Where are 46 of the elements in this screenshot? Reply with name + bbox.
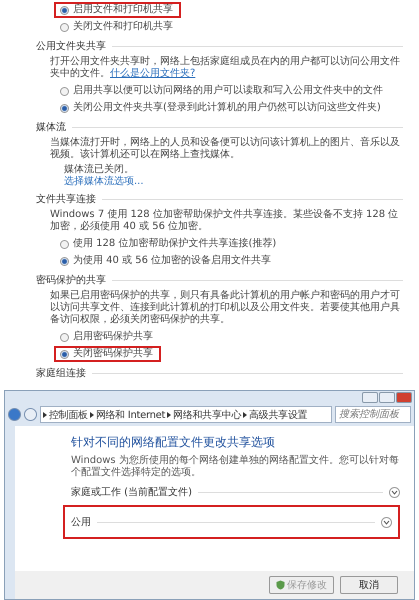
radio-option[interactable]: 为使用 40 或 56 位加密的设备启用文件共享 [54,253,280,269]
radio-button[interactable] [60,240,69,248]
arrow-icon [90,412,94,418]
section-heading: 公用文件夹共享 [36,40,106,53]
radio-button[interactable] [60,256,69,266]
breadcrumb-item[interactable]: 网络和 Internet [96,408,166,422]
section-heading: 媒体流 [36,120,66,134]
radio-option[interactable]: 使用 128 位加密帮助保护文件共享连接(推荐) [54,236,284,252]
profile-row[interactable]: 家庭或工作 (当前配置文件) [71,483,400,501]
cancel-button[interactable]: 取消 [340,576,398,594]
section-description: Windows 7 使用 128 位加密帮助保护文件共享连接。某些设备不支持 128 位加密，必须使用 40 或 56 位加密。 [49,209,400,233]
search-field[interactable]: 搜索控制面板 [335,406,411,423]
shield-icon [276,580,285,590]
radio-button[interactable] [60,104,69,112]
section-heading: 文件共享连接 [36,192,96,206]
close-icon[interactable] [396,392,412,403]
breadcrumb-item[interactable]: 网络和共享中心 [173,408,242,422]
breadcrumb-item[interactable]: 高级共享设置 [249,408,308,422]
radio-button[interactable] [60,86,69,96]
status-text: 媒体流已关闭。 [64,164,135,176]
breadcrumb-item[interactable]: 控制面板 [49,408,88,422]
arrow-icon [167,412,172,418]
section-description: 当媒体流打开时，网络上的人员和设备便可以访问该计算机上的图片、音乐以及视频。该计算机还可以在网络上查找媒体。 [49,137,401,161]
profile-row[interactable]: 公用 [63,505,400,539]
section-heading: 密码保护的共享 [36,274,106,287]
radio-option[interactable]: 关闭文件和打印机共享 [54,19,181,35]
radio-option[interactable]: 启用共享以便可以访问网络的用户可以读取和写入公用文件夹中的文件 [54,83,391,99]
radio-button[interactable] [60,6,69,14]
radio-option[interactable]: 启用密码保护共享 [54,329,161,345]
radio-button[interactable] [60,22,69,32]
radio-button[interactable] [60,350,69,358]
section-heading: 家庭组连接 [36,366,86,380]
section-description: 打开公用文件夹共享时，网络上包括家庭组成员在内的用户都可以访问公用文件夹中的文件。什么是公用文件夹? [49,56,401,80]
radio-button[interactable] [60,332,69,342]
media-options-link[interactable]: 选择媒体流选项... [64,176,403,188]
radio-option[interactable]: 关闭公用文件夹共享(登录到此计算机的用户仍然可以访问这些文件夹) [54,100,389,116]
page-title: 针对不同的网络配置文件更改共享选项 [71,434,276,451]
section-description: 如果已启用密码保护的共享，则只有具备此计算机的用户帐户和密码的用户才可以访问共享文件、连接到此计算机的打印机以及公用文件夹。若要使其他用户具备访问权限，必须关闭密码保护的共享。 [49,290,401,326]
radio-option[interactable]: 启用文件和打印机共享 [54,2,181,18]
radio-option[interactable]: 关闭密码保护共享 [54,346,161,362]
arrow-icon [43,412,47,418]
expand-icon[interactable] [381,516,392,528]
expand-icon[interactable] [389,486,400,498]
help-link[interactable]: 什么是公用文件夹? [110,68,196,79]
arrow-icon [243,412,248,418]
page-subtitle: Windows 为您所使用的每个网络创建单独的网络配置文件。您可以针对每个配置文件选择特定的选项。 [71,455,400,479]
